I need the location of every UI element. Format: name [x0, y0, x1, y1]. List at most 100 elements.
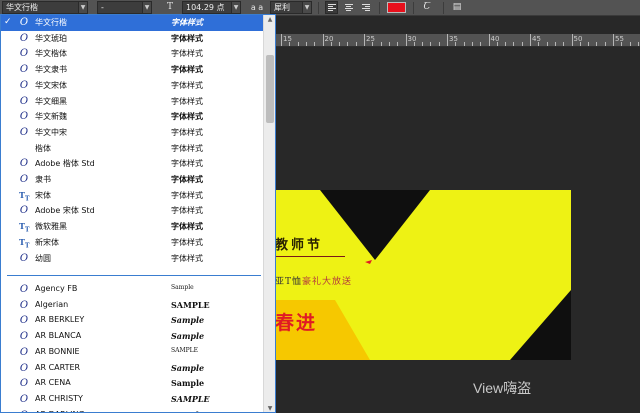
font-family-select[interactable]: 华文行楷 ▼ [2, 1, 88, 14]
chevron-down-icon[interactable]: ▼ [231, 2, 240, 13]
font-list-item[interactable]: 楷体 字体样式 [1, 141, 263, 157]
font-sample: 字体样式 [171, 159, 203, 169]
opentype-icon: O [19, 95, 29, 107]
font-name: Agency FB [35, 284, 78, 293]
font-sample: Sample [171, 315, 205, 326]
opentype-icon: O [19, 64, 29, 76]
canvas-subtitle-lead: 亚T恤 [275, 277, 303, 287]
font-sample: SAMPLE [171, 346, 198, 354]
ruler-minor-tick [430, 42, 432, 46]
ruler-minor-tick [355, 42, 357, 46]
dropdown-scrollbar[interactable]: ▲ ▼ [263, 15, 275, 412]
ruler-minor-tick [513, 42, 515, 46]
ruler-minor-tick [330, 42, 332, 46]
font-sample: Sample [171, 284, 194, 291]
font-name: 楷体 [35, 143, 51, 153]
font-sample: 字体样式 [171, 174, 203, 184]
font-list-item[interactable]: O 华文楷体 字体样式 [1, 46, 263, 62]
opentype-icon: O [19, 17, 29, 28]
chevron-down-icon[interactable]: ▼ [142, 2, 151, 13]
ruler-minor-tick [629, 42, 631, 46]
opentype-icon: O [19, 205, 29, 217]
font-list-item[interactable]: O 华文新魏 字体样式 [1, 109, 263, 125]
font-list-item[interactable]: O 华文琥珀 字体样式 [1, 31, 263, 47]
title-underline [275, 256, 345, 257]
font-sample: 字体样式 [171, 80, 203, 90]
font-list-item[interactable]: O 隶书 字体样式 [1, 172, 263, 188]
opentype-icon: O [19, 158, 29, 170]
font-list-item[interactable]: O AR DARLING Sample [1, 408, 263, 412]
ruler-minor-tick [471, 42, 473, 46]
font-name: AR CHRISTY [35, 393, 83, 403]
font-list-item[interactable]: O Adobe 宋体 Std 字体样式 [1, 203, 263, 219]
ruler-minor-tick [380, 42, 382, 46]
scroll-up-icon[interactable]: ▲ [264, 15, 275, 25]
chevron-down-icon[interactable]: ▼ [78, 2, 87, 13]
character-panel-icon[interactable]: ▤ [450, 1, 464, 14]
document-canvas: 教师节 亚T恤豪礼大放送 春进 [275, 190, 571, 360]
font-list-item[interactable]: O 幼圆 字体样式 [1, 251, 263, 267]
watermark: View嗨盗 [473, 380, 532, 396]
font-list-item[interactable]: O AR CENA Sample [1, 376, 263, 392]
font-sample: Sample [171, 362, 205, 373]
font-list-item[interactable]: TT 宋体 字体样式 [1, 188, 263, 204]
font-family-dropdown[interactable]: ▲ ▼ ✓ O 华文行楷 字体样式 O 华文琥珀 字体样式 O 华文楷体 字体样式 O 华文隶书 字体样… [0, 14, 276, 413]
ruler-minor-tick [554, 42, 556, 46]
font-name: Adobe 楷体 Std [35, 159, 95, 169]
text-color-swatch[interactable] [387, 2, 406, 13]
font-name: AR DARLING [35, 410, 85, 412]
antialias-icon: a a [250, 3, 264, 12]
font-list-item[interactable]: O 华文中宋 字体样式 [1, 125, 263, 141]
font-list-item[interactable]: O 华文隶书 字体样式 [1, 62, 263, 78]
font-name: 华文细黑 [35, 96, 67, 106]
font-list-item[interactable]: TT 微软雅黑 字体样式 [1, 219, 263, 235]
font-list-item[interactable]: O AR BLANCA Sample [1, 329, 263, 345]
opentype-icon: O [19, 174, 29, 185]
font-list-item[interactable]: O Adobe 楷体 Std 字体样式 [1, 156, 263, 172]
font-list-item[interactable]: ✓ O 华文行楷 字体样式 [1, 15, 263, 31]
ruler-minor-tick [505, 42, 507, 46]
font-list-item[interactable]: O Agency FB Sample [1, 282, 263, 298]
font-sample: 字体样式 [171, 49, 203, 59]
opentype-icon: O [19, 393, 29, 405]
warp-text-icon[interactable]: Ꞇ [420, 1, 434, 14]
canvas-headline: 春进 [275, 312, 318, 334]
chevron-down-icon[interactable]: ▼ [302, 2, 311, 13]
opentype-icon: O [19, 32, 29, 44]
opentype-icon: O [19, 378, 29, 390]
ruler-minor-tick [339, 42, 341, 46]
ruler-minor-tick [305, 42, 307, 46]
font-list-item[interactable]: O AR CARTER Sample [1, 361, 263, 377]
ruler-minor-tick [596, 42, 598, 46]
align-left-button[interactable] [325, 1, 338, 14]
font-list-item[interactable]: O AR CHRISTY SAMPLE [1, 392, 263, 408]
font-list-item[interactable]: O Algerian SAMPLE [1, 298, 263, 314]
font-name: Adobe 宋体 Std [35, 206, 95, 216]
font-sample: 字体样式 [171, 96, 203, 106]
ruler-minor-tick [422, 42, 424, 46]
opentype-icon: O [19, 315, 29, 327]
font-list-item[interactable]: O AR BERKLEY Sample [1, 313, 263, 329]
ruler-minor-tick [413, 42, 415, 46]
truetype-icon: TT [19, 189, 30, 203]
font-list-item[interactable]: TT 新宋体 字体样式 [1, 235, 263, 251]
font-size-field[interactable]: 104.29 点 ▼ [182, 1, 241, 14]
align-center-button[interactable] [342, 1, 355, 14]
font-list-item[interactable]: O 华文细黑 字体样式 [1, 94, 263, 110]
font-name: AR BONNIE [35, 346, 80, 356]
scroll-thumb[interactable] [266, 55, 274, 123]
truetype-icon: TT [19, 236, 30, 250]
font-list-item[interactable]: O 华文宋体 字体样式 [1, 78, 263, 94]
font-sample: 字体样式 [171, 32, 203, 43]
antialias-select[interactable]: 犀利 ▼ [270, 1, 312, 14]
ruler-minor-tick [538, 42, 540, 46]
font-list-item[interactable]: O AR BONNIE SAMPLE [1, 345, 263, 361]
font-sample: Sample [171, 378, 205, 389]
font-style-select[interactable]: - ▼ [97, 1, 152, 14]
ruler-minor-tick [314, 42, 316, 46]
font-name: Algerian [35, 299, 69, 309]
scroll-down-icon[interactable]: ▼ [264, 404, 275, 412]
align-right-button[interactable] [359, 1, 372, 14]
font-name: 隶书 [35, 175, 51, 184]
font-sample: 字体样式 [171, 64, 203, 75]
